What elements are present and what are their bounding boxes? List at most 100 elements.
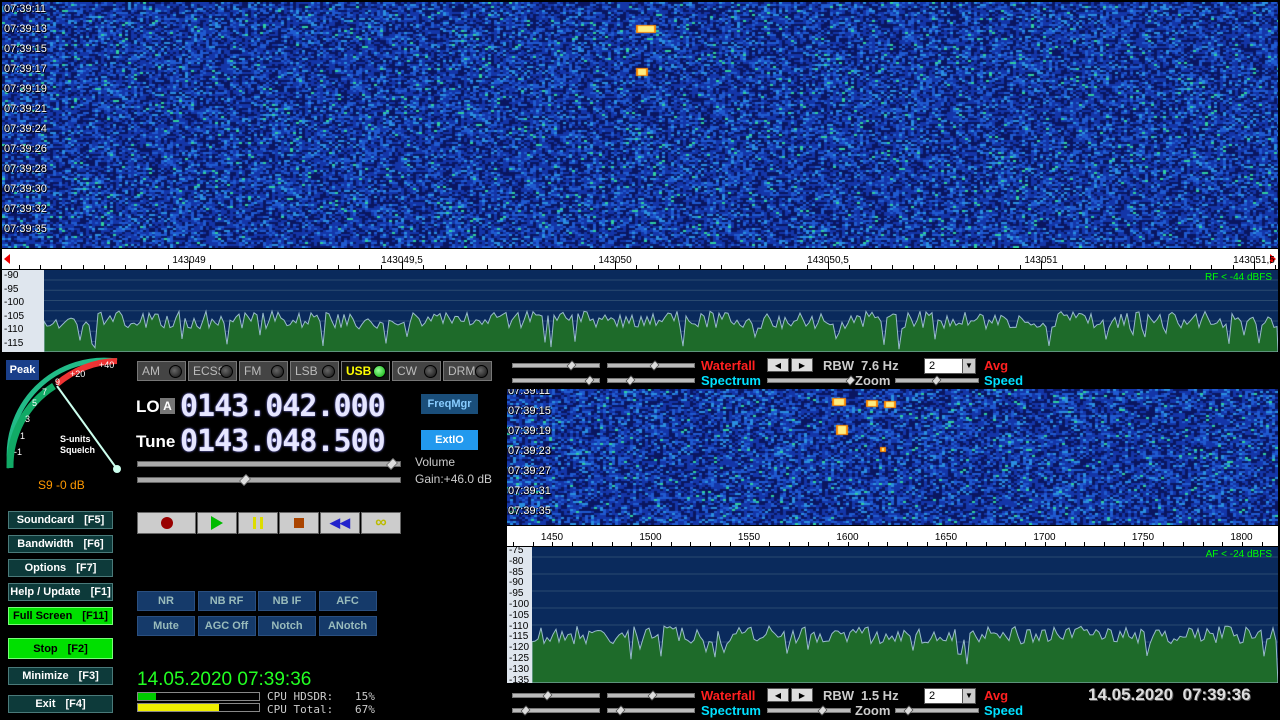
scale-tick xyxy=(907,542,908,546)
mode-lsb-button[interactable]: LSB xyxy=(290,361,339,381)
af-waterfall[interactable]: 07:39:11 07:39:15 07:39:19 07:39:23 07:39:27… xyxy=(507,389,1278,525)
mode-drm-button[interactable]: DRM xyxy=(443,361,492,381)
lower-track-4[interactable] xyxy=(607,705,695,716)
mode-cw-button[interactable]: CW xyxy=(392,361,441,381)
button-label: Help / Update xyxy=(10,586,81,598)
thumb[interactable] xyxy=(584,375,595,386)
volume-thumb[interactable] xyxy=(385,458,398,470)
thumb[interactable] xyxy=(520,705,531,716)
bandwidth-button[interactable]: Bandwidth [F6] xyxy=(8,535,113,553)
upper-avg-select[interactable]: 2 ▼ xyxy=(924,358,976,374)
gain-thumb[interactable] xyxy=(238,474,251,486)
volume-slider[interactable] xyxy=(137,458,401,470)
upper-track-2[interactable] xyxy=(607,360,695,371)
scale-tick xyxy=(1233,265,1234,269)
upper-track-1[interactable] xyxy=(512,360,600,371)
record-button[interactable] xyxy=(137,512,196,534)
upper-left-arrow-button[interactable]: ◀ xyxy=(767,358,789,372)
af-frequency-scale[interactable]: 1450 1500 1550 1600 1650 1700 1750 1800 xyxy=(507,526,1278,546)
scale-tick xyxy=(1104,542,1105,546)
thumb[interactable] xyxy=(647,690,658,701)
waterfall-time-label: 07:39:17 xyxy=(4,63,47,75)
rf-spectrum[interactable]: -90 -95 -100 -105 -110 -115 RF < -44 dBFS xyxy=(2,270,1278,352)
lower-zoom-track[interactable] xyxy=(767,705,851,716)
af-db-tick-label: -90 xyxy=(509,577,524,589)
cpu-total-value: 67% xyxy=(355,703,375,716)
datetime: 14.05.2020 07:39:36 xyxy=(137,669,312,690)
dsp-afc-button[interactable]: AFC xyxy=(318,591,377,611)
upper-track-4[interactable] xyxy=(607,375,695,386)
dsp-agc-off-button[interactable]: AGC Off xyxy=(197,616,256,636)
lower-right-arrow-button[interactable]: ▶ xyxy=(791,688,813,702)
thumb[interactable] xyxy=(845,375,856,386)
lower-left-arrow-button[interactable]: ◀ xyxy=(767,688,789,702)
extio-button[interactable]: ExtIO xyxy=(421,430,478,450)
loop-button[interactable]: ∞ xyxy=(361,512,401,534)
scale-tick xyxy=(828,261,829,269)
play-button[interactable] xyxy=(197,512,237,534)
af-db-tick-label: -130 xyxy=(509,663,530,675)
lo-channel-badge[interactable]: A xyxy=(160,398,175,414)
lower-speed-track[interactable] xyxy=(895,705,979,716)
thumb[interactable] xyxy=(931,375,942,386)
help-update-button[interactable]: Help / Update [F1] xyxy=(8,583,113,601)
upper-zoom-label: Zoom xyxy=(855,373,891,388)
thumb[interactable] xyxy=(625,375,636,386)
thumb[interactable] xyxy=(903,705,914,716)
button-shortcut: [F1] xyxy=(90,586,111,598)
upper-track-3[interactable] xyxy=(512,375,600,386)
lower-avg-label: Avg xyxy=(984,688,1009,703)
lower-track-2[interactable] xyxy=(607,690,695,701)
dsp-notch-button[interactable]: Notch xyxy=(258,616,316,636)
options-button[interactable]: Options [F7] xyxy=(8,559,113,577)
minimize-button[interactable]: Minimize [F3] xyxy=(8,667,113,685)
dsp-anotch-button[interactable]: ANotch xyxy=(318,616,377,636)
upper-right-arrow-button[interactable]: ▶ xyxy=(791,358,813,372)
soundcard-button[interactable]: Soundcard [F5] xyxy=(8,511,113,529)
freqmgr-button[interactable]: FreqMgr xyxy=(421,394,478,414)
scale-tick xyxy=(658,265,659,269)
scale-tick xyxy=(513,542,514,546)
thumb[interactable] xyxy=(649,360,660,371)
thumb[interactable] xyxy=(542,690,553,701)
exit-button[interactable]: Exit [F4] xyxy=(8,695,113,713)
thumb[interactable] xyxy=(615,705,626,716)
dsp-nr-button[interactable]: NR xyxy=(137,591,195,611)
lower-avg-select[interactable]: 2 ▼ xyxy=(924,688,976,704)
thumb[interactable] xyxy=(566,360,577,371)
rf-waterfall[interactable]: 07:39:11 07:39:13 07:39:15 07:39:17 07:39:19… xyxy=(2,2,1278,248)
af-level-label: AF < -24 dBFS xyxy=(1205,549,1272,560)
dsp-nb-if-button[interactable]: NB IF xyxy=(258,591,316,611)
dsp-mute-button[interactable]: Mute xyxy=(137,616,195,636)
scale-tick xyxy=(887,542,888,546)
scale-tick xyxy=(551,265,552,269)
stop-button[interactable]: Stop [F2] xyxy=(8,638,113,659)
thumb[interactable] xyxy=(817,705,828,716)
lower-track-1[interactable] xyxy=(512,690,600,701)
scale-tick xyxy=(1065,542,1066,546)
scale-tick xyxy=(317,265,318,269)
hdsdr-window: 07:39:11 07:39:13 07:39:15 07:39:17 07:39:19… xyxy=(0,0,1280,720)
full-screen-button[interactable]: Full Screen [F11] xyxy=(8,607,113,625)
scale-tick xyxy=(592,542,593,546)
rf-frequency-scale[interactable]: 143049143049,5143050143050,5143051143051… xyxy=(2,249,1278,269)
mode-am-button[interactable]: AM xyxy=(137,361,186,381)
mode-ecss-button[interactable]: ECSS xyxy=(188,361,237,381)
gain-slider[interactable] xyxy=(137,474,401,486)
lower-track-3[interactable] xyxy=(512,705,600,716)
tune-frequency[interactable]: 0143.048.500 xyxy=(180,424,386,459)
pause-button[interactable] xyxy=(238,512,278,534)
scale-tick xyxy=(721,265,722,269)
dsp-nb-rf-button[interactable]: NB RF xyxy=(197,591,256,611)
upper-speed-track[interactable] xyxy=(895,375,979,386)
mode-usb-button[interactable]: USB xyxy=(341,361,390,381)
scroll-left-icon[interactable] xyxy=(4,254,10,264)
rewind-button[interactable]: ◀◀ xyxy=(320,512,360,534)
stop-playback-button[interactable] xyxy=(279,512,319,534)
mode-fm-button[interactable]: FM xyxy=(239,361,288,381)
upper-zoom-track[interactable] xyxy=(767,375,856,386)
scale-tick xyxy=(998,265,999,269)
af-spectrum[interactable]: -75 -80 -85 -90 -95 -100 -105 -110 -115 -120 -125-… xyxy=(507,547,1278,683)
lo-frequency[interactable]: 0143.042.000 xyxy=(180,389,386,424)
af-waterfall-time-label: 07:39:15 xyxy=(508,405,551,417)
